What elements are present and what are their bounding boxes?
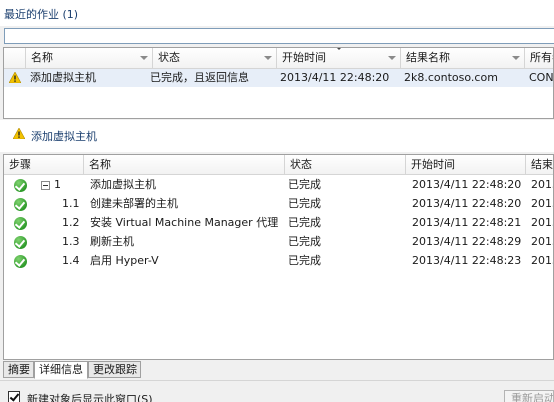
step-start-time: 2013/4/11 22:48:29 <box>412 235 522 248</box>
jobs-col-owner[interactable]: 所有者 <box>525 48 553 69</box>
step-number: 1.4 <box>62 254 80 267</box>
jobs-col-result-name[interactable]: 结果名称 <box>401 48 525 69</box>
warning-icon <box>9 72 21 83</box>
step-end-time: 2013 <box>531 178 553 191</box>
success-check-icon <box>14 198 27 211</box>
steps-col-start-time[interactable]: 开始时间 <box>406 155 526 175</box>
sort-descending-icon <box>334 48 343 50</box>
step-status: 已完成 <box>288 216 321 229</box>
step-name: 添加虚拟主机 <box>90 178 156 191</box>
steps-col-step[interactable]: 步骤 <box>4 155 84 175</box>
job-status: 已完成，且返回信息 <box>150 71 249 84</box>
show-window-label: 新建对象后显示此窗口(S) <box>27 393 153 402</box>
job-result-name: 2k8.contoso.com <box>404 71 498 84</box>
recent-jobs-title: 最近的作业 (1) <box>4 8 79 21</box>
jobs-col-icon[interactable] <box>4 48 26 69</box>
steps-col-status[interactable]: 状态 <box>285 155 406 175</box>
step-end-time: 2013 <box>531 197 553 210</box>
step-row[interactable]: 1.1 创建未部署的主机 已完成 2013/4/11 22:48:20 2013 <box>4 195 553 214</box>
footer-bar: 新建对象后显示此窗口(S) 重新启动作业 <box>0 380 554 402</box>
warning-icon <box>13 128 25 139</box>
jobs-col-start-time[interactable]: 开始时间 <box>277 48 401 69</box>
step-number: 1 <box>54 178 61 191</box>
job-detail-header: 添加虚拟主机 <box>0 120 554 152</box>
step-status: 已完成 <box>288 197 321 210</box>
filter-dropdown-icon[interactable] <box>264 56 272 60</box>
step-name: 刷新主机 <box>90 235 134 248</box>
step-number: 1.1 <box>62 197 80 210</box>
show-window-checkbox[interactable] <box>8 391 20 402</box>
step-number: 1.3 <box>62 235 80 248</box>
step-start-time: 2013/4/11 22:48:20 <box>412 178 522 191</box>
job-start-time: 2013/4/11 22:48:20 <box>280 71 390 84</box>
jobs-grid: 名称 状态 开始时间 结果名称 所有者 添加虚拟主机 已完成，且返回信息 201… <box>3 47 554 119</box>
steps-grid: 步骤 名称 状态 开始时间 结束时 1 添加虚拟主机 已完成 2013/4/11… <box>3 154 554 360</box>
collapse-icon[interactable] <box>41 181 50 190</box>
filter-dropdown-icon[interactable] <box>512 56 520 60</box>
step-row[interactable]: 1.3 刷新主机 已完成 2013/4/11 22:48:29 2013 <box>4 233 553 252</box>
success-check-icon <box>14 179 27 192</box>
steps-col-end-time[interactable]: 结束时 <box>526 155 553 175</box>
success-check-icon <box>14 255 27 268</box>
tab-change-tracking[interactable]: 更改跟踪 <box>88 361 141 378</box>
steps-col-name[interactable]: 名称 <box>84 155 285 175</box>
step-status: 已完成 <box>288 254 321 267</box>
step-end-time: 2013 <box>531 254 553 267</box>
step-row[interactable]: 1.2 安装 Virtual Machine Manager 代理 已完成 20… <box>4 214 553 233</box>
step-start-time: 2013/4/11 22:48:20 <box>412 197 522 210</box>
step-status: 已完成 <box>288 178 321 191</box>
success-check-icon <box>14 217 27 230</box>
job-row[interactable]: 添加虚拟主机 已完成，且返回信息 2013/4/11 22:48:20 2k8.… <box>4 69 553 87</box>
steps-grid-header: 步骤 名称 状态 开始时间 结束时 <box>4 155 553 175</box>
filter-dropdown-icon[interactable] <box>388 56 396 60</box>
step-row[interactable]: 1.4 启用 Hyper-V 已完成 2013/4/11 22:48:23 20… <box>4 252 553 271</box>
step-end-time: 2013 <box>531 235 553 248</box>
step-status: 已完成 <box>288 235 321 248</box>
tab-summary[interactable]: 摘要 <box>3 361 34 378</box>
step-number: 1.2 <box>62 216 80 229</box>
filter-dropdown-icon[interactable] <box>140 56 148 60</box>
jobs-col-status[interactable]: 状态 <box>153 48 277 69</box>
jobs-col-name[interactable]: 名称 <box>26 48 153 69</box>
tab-details[interactable]: 详细信息 <box>34 361 88 379</box>
step-end-time: 2013 <box>531 216 553 229</box>
step-start-time: 2013/4/11 22:48:23 <box>412 254 522 267</box>
step-name: 创建未部署的主机 <box>90 197 178 210</box>
step-name: 安装 Virtual Machine Manager 代理 <box>90 216 279 229</box>
jobs-filter-input[interactable] <box>4 28 554 44</box>
restart-job-button[interactable]: 重新启动作业 <box>504 390 554 402</box>
step-start-time: 2013/4/11 22:48:21 <box>412 216 522 229</box>
recent-jobs-header: 最近的作业 (1) <box>0 0 554 26</box>
job-owner: CONT <box>529 71 554 84</box>
step-row[interactable]: 1 添加虚拟主机 已完成 2013/4/11 22:48:20 2013 <box>4 176 553 195</box>
jobs-grid-header: 名称 状态 开始时间 结果名称 所有者 <box>4 48 553 69</box>
job-name: 添加虚拟主机 <box>30 71 96 84</box>
success-check-icon <box>14 236 27 249</box>
job-detail-title: 添加虚拟主机 <box>31 130 97 143</box>
step-name: 启用 Hyper-V <box>90 254 159 267</box>
